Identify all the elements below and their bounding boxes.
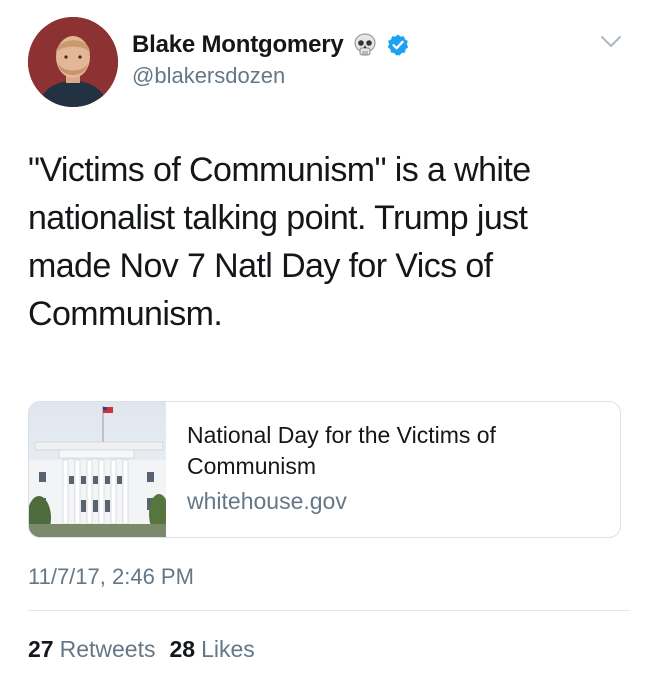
tweet-text: "Victims of Communism" is a white nation… bbox=[28, 151, 531, 333]
likes-stat[interactable]: 28 Likes bbox=[169, 636, 254, 663]
avatar[interactable] bbox=[28, 17, 118, 107]
retweets-label: Retweets bbox=[59, 636, 156, 662]
retweets-stat[interactable]: 27 Retweets bbox=[28, 636, 155, 663]
skull-icon bbox=[354, 33, 376, 56]
card-thumbnail bbox=[29, 402, 169, 537]
divider bbox=[28, 610, 630, 611]
retweets-count: 27 bbox=[28, 636, 54, 662]
card-domain: whitehouse.gov bbox=[187, 488, 347, 514]
likes-label: Likes bbox=[201, 636, 255, 662]
tweet: Blake Montgomery @blakersdozen "Victims … bbox=[0, 0, 646, 680]
user-handle[interactable]: @blakersdozen bbox=[132, 63, 285, 89]
tweet-timestamp[interactable]: 11/7/17, 2:46 PM bbox=[28, 564, 194, 590]
link-card[interactable]: National Day for the Victims of Communis… bbox=[28, 401, 621, 538]
display-name[interactable]: Blake Montgomery bbox=[132, 31, 344, 59]
card-title[interactable]: National Day for the Victims of Communis… bbox=[187, 420, 607, 482]
verified-badge-icon bbox=[387, 34, 408, 56]
chevron-down-icon[interactable] bbox=[600, 34, 622, 50]
engagement-stats: 27 Retweets 28 Likes bbox=[28, 636, 269, 663]
likes-count: 28 bbox=[169, 636, 196, 662]
author-name-row: Blake Montgomery bbox=[132, 30, 410, 60]
